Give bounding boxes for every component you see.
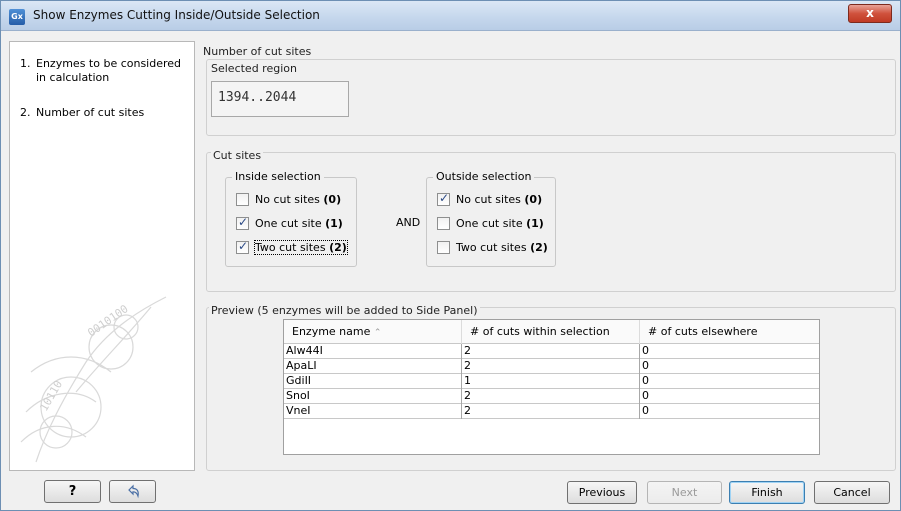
svg-text:10110: 10110 <box>37 378 65 413</box>
step-label: Enzymes to be considered in calculation <box>36 57 182 84</box>
option-label: Two cut sites <box>255 241 326 254</box>
cuts-elsewhere-cell: 0 <box>642 389 649 402</box>
previous-button[interactable]: Previous <box>567 481 637 504</box>
cuts-elsewhere-cell: 0 <box>642 404 649 417</box>
enzyme-name-cell: VneI <box>284 404 462 419</box>
and-label: AND <box>396 216 421 229</box>
cuts-within-cell: 1 <box>462 374 640 389</box>
column-header-cuts-within[interactable]: # of cuts within selection <box>462 320 640 344</box>
table-row[interactable]: SnoI 2 0 <box>284 389 819 404</box>
inside-no-cut-sites-checkbox[interactable] <box>236 193 249 206</box>
cuts-within-cell: 2 <box>462 344 640 359</box>
inside-selection-group: Inside selection No cut sites (0) One cu… <box>225 170 357 267</box>
inside-selection-title: Inside selection <box>232 170 324 183</box>
title-bar[interactable]: Gx Show Enzymes Cutting Inside/Outside S… <box>1 1 900 31</box>
outside-no-cut-sites-option[interactable]: No cut sites (0) <box>437 191 543 206</box>
svg-text:0010100: 0010100 <box>85 302 130 339</box>
undo-arrow-icon <box>127 484 139 499</box>
next-button[interactable]: Next <box>647 481 722 504</box>
preview-table[interactable]: Enzyme name ⌃ # of cuts within selection… <box>283 319 820 455</box>
cuts-within-cell: 2 <box>462 359 640 374</box>
table-row[interactable]: GdiII 1 0 <box>284 374 819 389</box>
inside-two-cut-sites-checkbox[interactable] <box>236 239 249 254</box>
option-count: (2) <box>530 241 548 254</box>
selected-region-title: Selected region <box>211 62 297 75</box>
table-row[interactable]: Alw44I 2 0 <box>284 344 819 359</box>
help-button[interactable]: ? <box>44 480 101 503</box>
cuts-within-cell: 2 <box>462 404 640 419</box>
number-of-cut-sites-heading: Number of cut sites <box>203 45 312 58</box>
cuts-within-cell: 2 <box>462 389 640 404</box>
option-count: (2) <box>329 241 347 254</box>
table-row[interactable]: ApaLI 2 0 <box>284 359 819 374</box>
option-label: One cut site <box>255 217 322 230</box>
decorative-swirl-graphic: 0010100 10110 <box>20 296 167 463</box>
outside-one-cut-site-checkbox[interactable] <box>437 217 450 230</box>
app-icon: Gx <box>9 9 25 25</box>
option-label: One cut site <box>456 217 523 230</box>
dialog-window: Gx Show Enzymes Cutting Inside/Outside S… <box>0 0 901 511</box>
inside-no-cut-sites-option[interactable]: No cut sites (0) <box>236 193 341 206</box>
cut-sites-title: Cut sites <box>211 149 264 162</box>
option-label: No cut sites <box>456 193 521 206</box>
table-header: Enzyme name ⌃ # of cuts within selection… <box>284 320 819 344</box>
wizard-steps-panel: 1. Enzymes to be considered in calculati… <box>9 41 195 471</box>
inside-one-cut-site-checkbox[interactable] <box>236 215 249 230</box>
option-count: (0) <box>323 193 342 206</box>
focused-option-label: Two cut sites (2) <box>254 240 348 255</box>
enzyme-name-cell: GdiII <box>284 374 462 389</box>
outside-two-cut-sites-checkbox[interactable] <box>437 241 450 254</box>
option-count: (0) <box>524 193 543 206</box>
outside-selection-title: Outside selection <box>433 170 535 183</box>
selected-region-field: 1394..2044 <box>211 81 349 117</box>
cuts-elsewhere-cell: 0 <box>642 359 649 372</box>
option-count: (1) <box>325 217 343 230</box>
window-title: Show Enzymes Cutting Inside/Outside Sele… <box>33 8 320 22</box>
enzyme-name-cell: Alw44I <box>284 344 462 359</box>
reset-button[interactable] <box>109 480 156 503</box>
column-header-cuts-elsewhere[interactable]: # of cuts elsewhere <box>640 320 819 344</box>
column-header-label: Enzyme name <box>292 325 371 338</box>
option-label: No cut sites <box>255 193 320 206</box>
inside-one-cut-site-option[interactable]: One cut site (1) <box>236 215 343 230</box>
column-header-enzyme-name[interactable]: Enzyme name ⌃ <box>284 320 462 344</box>
cancel-button[interactable]: Cancel <box>814 481 890 504</box>
step-number: 1. <box>20 57 31 70</box>
option-label: Two cut sites <box>456 241 527 254</box>
outside-one-cut-site-option[interactable]: One cut site (1) <box>437 217 544 230</box>
step-number: 2. <box>20 106 31 119</box>
sort-ascending-icon: ⌃ <box>373 328 382 338</box>
cuts-elsewhere-cell: 0 <box>642 344 649 357</box>
option-count: (1) <box>526 217 544 230</box>
outside-no-cut-sites-checkbox[interactable] <box>437 191 450 206</box>
outside-two-cut-sites-option[interactable]: Two cut sites (2) <box>437 241 548 254</box>
preview-title: Preview (5 enzymes will be added to Side… <box>209 304 480 317</box>
finish-button[interactable]: Finish <box>729 481 805 504</box>
cuts-elsewhere-cell: 0 <box>642 374 649 387</box>
step-label: Number of cut sites <box>36 106 145 119</box>
enzyme-name-cell: ApaLI <box>284 359 462 374</box>
table-row[interactable]: VneI 2 0 <box>284 404 819 419</box>
inside-two-cut-sites-option[interactable]: Two cut sites (2) <box>236 239 348 255</box>
outside-selection-group: Outside selection No cut sites (0) One c… <box>426 170 556 267</box>
enzyme-name-cell: SnoI <box>284 389 462 404</box>
close-button[interactable]: x <box>848 4 892 23</box>
